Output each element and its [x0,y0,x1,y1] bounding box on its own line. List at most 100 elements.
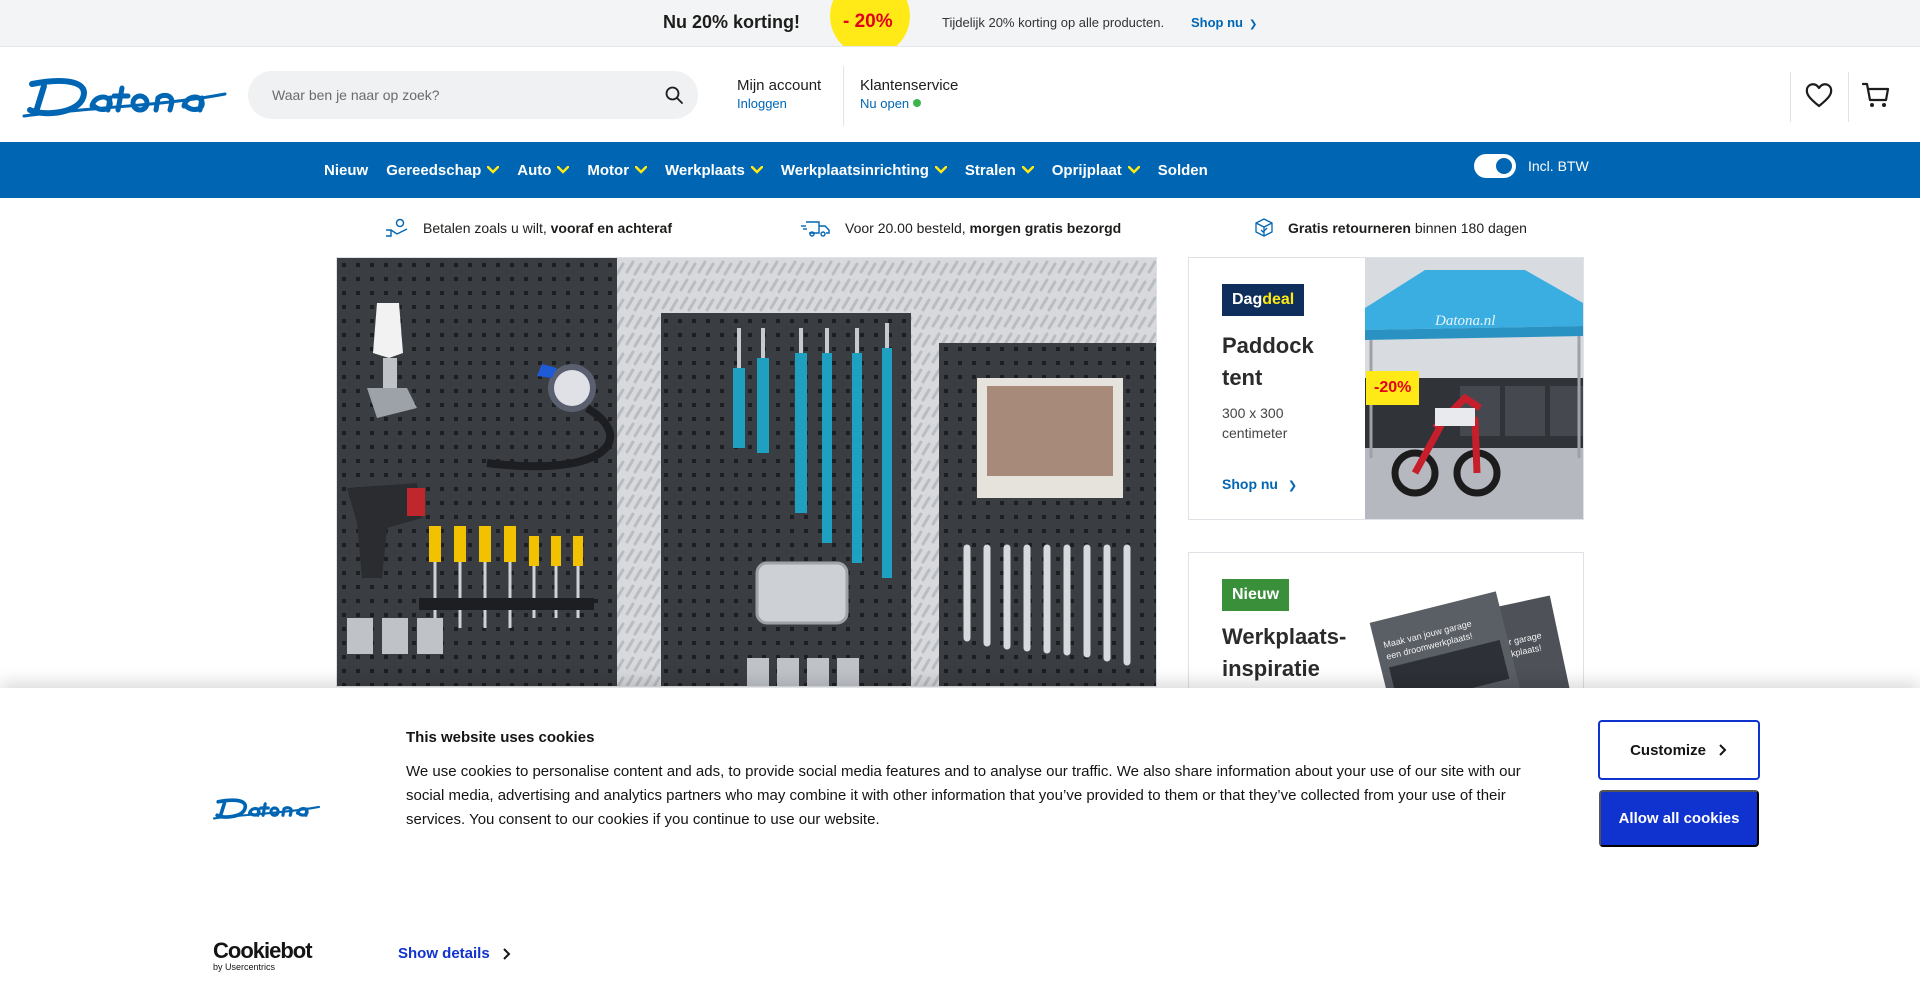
promo-bar: Nu 20% korting! - 20% Tijdelijk 20% kort… [0,0,1920,47]
deal-card[interactable]: Dag deal Paddock tent 300 x 300 centimete… [1188,257,1584,520]
nav-item-werkplaats[interactable]: Werkplaats [665,162,763,179]
tool-wall-image [337,258,1156,686]
nav-item-nieuw[interactable]: Nieuw [324,162,368,179]
account-menu[interactable]: Mijn account Inloggen [737,77,821,111]
dagdeal-badge-part2: deal [1262,291,1295,308]
chevron-right-icon [1719,744,1727,756]
chevron-right-icon: ❯ [1287,480,1298,492]
header-divider [843,66,844,126]
deal-title-line1: Paddock [1222,333,1314,358]
inspiration-title-line2: inspiratie [1222,656,1320,681]
deal-subtitle: 300 x 300 centimeter [1222,405,1288,441]
inspiration-title-line1: Werkplaats- [1222,624,1347,649]
nav-item-stralen[interactable]: Stralen [965,162,1034,179]
deal-shop-label: Shop nu [1222,476,1278,492]
main-navigation: Nieuw Gereedschap Auto Motor Werkplaats … [0,142,1920,198]
nav-item-solden[interactable]: Solden [1158,162,1208,179]
service-title: Klantenservice [860,77,959,94]
chevron-down-icon [635,166,648,174]
customize-button[interactable]: Customize [1598,720,1760,780]
chevron-right-icon [502,947,511,960]
hero-banner[interactable] [336,257,1157,687]
nav-item-label: Werkplaatsinrichting [780,161,929,179]
login-link[interactable]: Inloggen [737,96,821,111]
nav-item-gereedschap[interactable]: Gereedschap [386,161,500,179]
return-box-icon [1255,218,1273,237]
cookiebot-brand[interactable]: Cookiebot by Usercentrics [213,938,313,972]
vat-toggle-group: Incl. BTW [1474,154,1589,178]
service-status: Nu open [860,96,958,111]
promo-description: Tijdelijk 20% korting op alle producten. [942,15,1165,30]
account-title: Mijn account [737,77,822,94]
show-details-link[interactable]: Show details [398,945,512,962]
header-divider [1848,72,1849,122]
nav-item-auto[interactable]: Auto [517,161,570,179]
nav-item-motor[interactable]: Motor [587,161,648,179]
cookie-banner: This website uses cookies We use cookies… [0,688,1920,993]
cart-icon[interactable] [1862,81,1890,109]
usp-shipping: Voor 20.00 besteld, morgen gratis bezorg… [801,218,1121,238]
deal-title-line2: tent [1222,365,1263,390]
deal-title: Paddock tent [1222,330,1314,394]
header-divider [1790,72,1791,122]
delivery-truck-icon [801,221,830,237]
promo-title: Nu 20% korting! [663,12,801,32]
new-badge: Nieuw [1222,579,1290,611]
customer-service-menu[interactable]: Klantenservice Nu open [860,77,958,111]
search-input[interactable] [272,71,652,119]
nav-item-label: Oprijplaat [1051,161,1122,179]
search-icon[interactable] [664,85,684,105]
usp-returns-bold: Gratis retourneren [1288,220,1411,236]
deal-shop-link[interactable]: Shop nu ❯ [1222,476,1297,492]
search-bar [248,71,698,119]
discount-badge: -20% [1366,371,1420,405]
heart-icon[interactable] [1805,82,1833,108]
tent-logo-text: Datona.nl [1434,313,1495,329]
datona-logo[interactable] [22,72,227,120]
chevron-down-icon [1021,166,1034,174]
usp-payment-text: Betalen zoals u wilt, [423,220,551,236]
chevron-down-icon [934,166,947,174]
cookie-title: This website uses cookies [406,729,595,746]
service-status-label: Nu open [860,96,910,111]
chevron-down-icon [750,166,763,174]
nav-item-label: Gereedschap [386,161,482,179]
chevron-right-icon: ❯ [1249,19,1258,30]
promo-shop-link[interactable]: Shop nu ❯ [1191,15,1257,30]
usp-payment: Betalen zoals u wilt, vooraf en achteraf [385,218,672,238]
nav-item-label: Werkplaats [665,161,745,179]
promo-shop-label: Shop nu [1191,15,1243,30]
nav-item-label: Motor [587,161,630,179]
datona-logo [213,798,320,820]
usp-shipping-bold: morgen gratis bezorgd [969,220,1122,236]
usp-payment-bold: vooraf en achteraf [550,220,672,236]
show-details-label: Show details [398,945,490,962]
chevron-down-icon [1127,166,1140,174]
usp-returns: Gratis retourneren binnen 180 dagen [1254,218,1527,238]
nav-item-werkplaatsinrichting[interactable]: Werkplaatsinrichting [781,162,947,179]
promo-badge: - 20% [843,11,893,32]
dagdeal-badge-part1: Dag [1232,291,1263,308]
catalog-image: r garage kplaats! Maak van jouw garage e… [1369,591,1573,703]
toggle-knob [1496,158,1512,174]
usp-shipping-text: Voor 20.00 besteld, [845,220,970,236]
nav-item-label: Nieuw [324,161,369,179]
cookiebot-name: Cookiebot [213,938,313,963]
allow-all-cookies-button[interactable]: Allow all cookies [1599,790,1759,847]
vat-toggle[interactable] [1474,154,1516,178]
open-status-dot [913,99,922,107]
dagdeal-badge: Dag deal [1222,284,1305,316]
usp-returns-text: binnen 180 dagen [1410,220,1527,236]
chevron-down-icon [557,166,570,174]
chevron-down-icon [487,166,500,174]
customize-label: Customize [1630,741,1706,759]
hand-coin-icon [386,218,408,237]
nav-item-label: Stralen [964,161,1016,179]
vat-label: Incl. BTW [1528,158,1589,174]
nav-item-label: Auto [517,161,552,179]
site-header: Mijn account Inloggen Klantenservice Nu … [0,48,1920,142]
inspiration-title: Werkplaats- inspiratie [1222,621,1346,685]
nav-item-label: Solden [1157,161,1208,179]
nav-item-oprijplaat[interactable]: Oprijplaat [1052,162,1140,179]
cookie-text: We use cookies to personalise content an… [406,763,1521,828]
